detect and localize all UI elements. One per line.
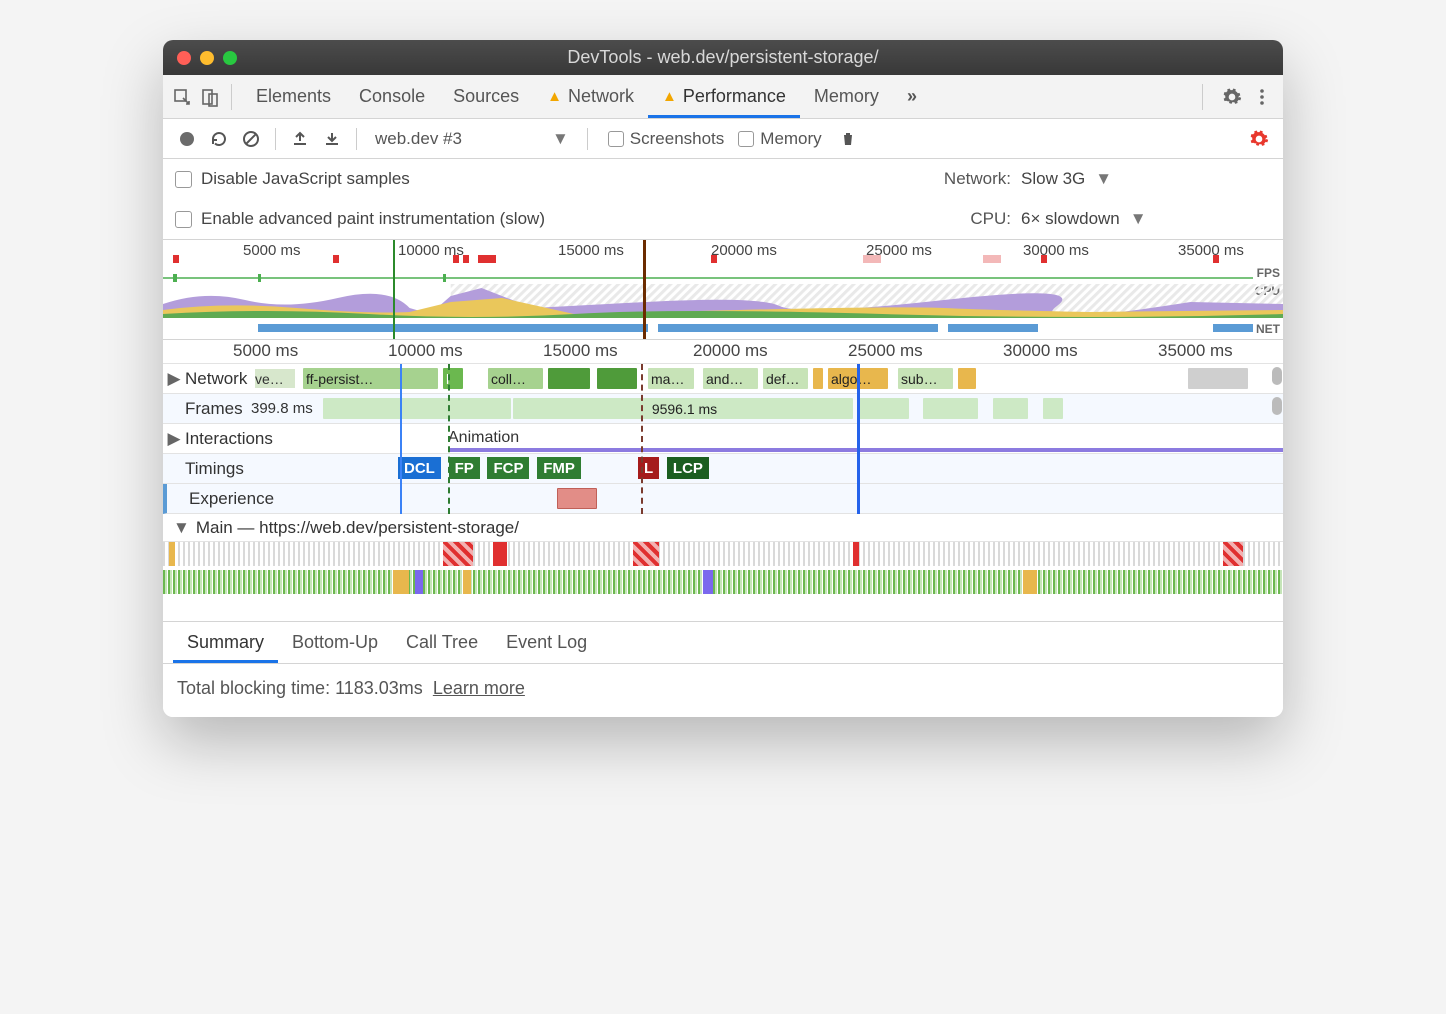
tab-sources[interactable]: Sources (439, 75, 533, 118)
screenshots-checkbox[interactable]: Screenshots (608, 129, 725, 149)
capture-settings: Disable JavaScript samples Network: Slow… (163, 159, 1283, 240)
network-label: Network: (944, 169, 1011, 189)
timeline-ruler[interactable]: 5000 ms 10000 ms 15000 ms 20000 ms 25000… (163, 340, 1283, 364)
warning-icon: ▲ (547, 88, 562, 105)
dtab-event-log[interactable]: Event Log (492, 622, 601, 663)
network-throttle-select[interactable]: Slow 3G▼ (1021, 169, 1161, 189)
tab-performance[interactable]: ▲Performance (648, 75, 800, 118)
capture-settings-gear-icon[interactable] (1245, 125, 1273, 153)
tab-console[interactable]: Console (345, 75, 439, 118)
net-lane-label: NET (1256, 322, 1280, 336)
expand-icon[interactable]: ▶ (163, 429, 185, 449)
perf-toolbar: web.dev #3▼ Screenshots Memory (163, 119, 1283, 159)
timing-chips: DCL FP FCP FMP (398, 457, 584, 479)
flame-chart[interactable] (163, 542, 1283, 622)
tab-memory[interactable]: Memory (800, 75, 893, 118)
chevron-down-icon: ▼ (1095, 169, 1112, 189)
blocking-time-label: Total blocking time: (177, 678, 335, 698)
cpu-throttle-select[interactable]: 6× slowdown▼ (1021, 209, 1161, 229)
maximize-icon[interactable] (223, 51, 237, 65)
scroll-thumb[interactable] (1272, 367, 1282, 385)
interactions-lane[interactable]: ▶ Interactions Animation (163, 424, 1283, 454)
trash-button[interactable] (834, 125, 862, 153)
expand-icon[interactable]: ▶ (163, 369, 185, 389)
titlebar: DevTools - web.dev/persistent-storage/ (163, 40, 1283, 75)
tab-overflow[interactable]: » (893, 75, 931, 118)
devtools-window: DevTools - web.dev/persistent-storage/ E… (163, 40, 1283, 717)
experience-lane[interactable]: Experience (163, 484, 1283, 514)
device-toggle-icon[interactable] (199, 87, 221, 107)
main-thread-header[interactable]: ▼ Main — https://web.dev/persistent-stor… (163, 514, 1283, 542)
inspect-icon[interactable] (171, 87, 193, 107)
recording-select[interactable]: web.dev #3▼ (367, 127, 577, 151)
gear-icon[interactable] (1221, 87, 1243, 107)
chevron-down-icon: ▼ (1130, 209, 1147, 229)
chevron-down-icon: ▼ (552, 129, 569, 149)
detail-tabs: Summary Bottom-Up Call Tree Event Log (163, 622, 1283, 664)
close-icon[interactable] (177, 51, 191, 65)
timings-lane[interactable]: Timings DCL FP FCP FMP L LCP (163, 454, 1283, 484)
tab-network[interactable]: ▲Network (533, 75, 648, 118)
window-title: DevTools - web.dev/persistent-storage/ (163, 47, 1283, 68)
overview-minimap[interactable]: 5000 ms 10000 ms 15000 ms 20000 ms 25000… (163, 240, 1283, 340)
dtab-call-tree[interactable]: Call Tree (392, 622, 492, 663)
learn-more-link[interactable]: Learn more (433, 678, 525, 698)
disable-js-checkbox[interactable]: Disable JavaScript samples (175, 169, 410, 189)
collapse-icon[interactable]: ▼ (173, 518, 190, 538)
main-tabbar: Elements Console Sources ▲Network ▲Perfo… (163, 75, 1283, 119)
load-profile-button[interactable] (286, 125, 314, 153)
network-lane[interactable]: ▶ Network ve… ff-persist… l coll… ma… an… (163, 364, 1283, 394)
scroll-thumb[interactable] (1272, 397, 1282, 415)
frames-lane[interactable]: Frames 399.8 ms 9596.1 ms (163, 394, 1283, 424)
kebab-icon[interactable] (1251, 88, 1273, 106)
enable-paint-checkbox[interactable]: Enable advanced paint instrumentation (s… (175, 209, 545, 229)
summary-panel: Total blocking time: 1183.03ms Learn mor… (163, 664, 1283, 717)
save-profile-button[interactable] (318, 125, 346, 153)
tab-elements[interactable]: Elements (242, 75, 345, 118)
blocking-time-value: 1183.03ms (335, 678, 423, 698)
dtab-bottom-up[interactable]: Bottom-Up (278, 622, 392, 663)
record-button[interactable] (173, 125, 201, 153)
reload-button[interactable] (205, 125, 233, 153)
cpu-label: CPU: (970, 209, 1011, 229)
dtab-summary[interactable]: Summary (173, 622, 278, 663)
memory-checkbox[interactable]: Memory (738, 129, 821, 149)
clear-button[interactable] (237, 125, 265, 153)
cpu-area (163, 284, 1283, 318)
minimize-icon[interactable] (200, 51, 214, 65)
warning-icon: ▲ (662, 88, 677, 105)
traffic-lights (177, 51, 237, 65)
